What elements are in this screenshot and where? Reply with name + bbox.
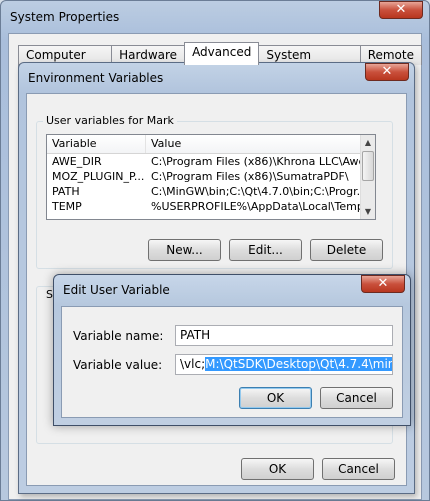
value-unselected-text: \vlc; [180, 357, 206, 371]
value-cell: C:\MinGW\bin;C:\Qt\4.7.0\bin;C:\Progr... [151, 185, 361, 198]
ok-button[interactable]: OK [239, 387, 312, 409]
new-button[interactable]: New... [148, 239, 221, 261]
variable-name-value: PATH [180, 328, 211, 342]
variable-cell: AWE_DIR [52, 155, 102, 168]
edit-user-variable-body: Variable name: PATH Variable value: \vlc… [61, 306, 403, 418]
value-cell: C:\Program Files (x86)\Khrona LLC\Awe... [151, 155, 361, 168]
cancel-button[interactable]: Cancel [322, 458, 395, 480]
column-variable[interactable]: Variable [47, 135, 146, 153]
list-row[interactable]: PATH C:\MinGW\bin;C:\Qt\4.7.0\bin;C:\Pro… [47, 184, 375, 199]
list-row[interactable]: MOZ_PLUGIN_P... C:\Program Files (x86)\S… [47, 169, 375, 184]
scroll-down-icon[interactable]: ▼ [361, 204, 375, 219]
variable-value-label: Variable value: [73, 358, 163, 372]
list-row[interactable]: AWE_DIR C:\Program Files (x86)\Khrona LL… [47, 154, 375, 169]
window-title: Environment Variables [28, 71, 164, 85]
value-cell: %USERPROFILE%\AppData\Local\Temp [151, 200, 361, 213]
close-button[interactable]: ✕ [379, 1, 423, 19]
edit-button[interactable]: Edit... [229, 239, 302, 261]
close-button[interactable]: ✕ [361, 275, 405, 293]
value-cell: C:\Program Files (x86)\SumatraPDF\ [151, 170, 349, 183]
scroll-up-icon[interactable]: ▲ [361, 135, 375, 150]
user-variables-group: User variables for Mark Variable Value A… [36, 114, 393, 269]
tab-advanced[interactable]: Advanced [184, 42, 260, 65]
list-header: Variable Value [47, 135, 375, 154]
user-variables-list[interactable]: Variable Value AWE_DIR C:\Program Files … [46, 134, 376, 220]
cancel-button[interactable]: Cancel [320, 387, 393, 409]
variable-cell: TEMP [52, 200, 82, 213]
ok-button[interactable]: OK [241, 458, 314, 480]
variable-name-label: Variable name: [73, 329, 164, 343]
close-button[interactable]: ✕ [365, 63, 409, 81]
variable-cell: MOZ_PLUGIN_P... [52, 170, 145, 183]
column-value[interactable]: Value [146, 135, 361, 153]
dialog-title: Edit User Variable [63, 283, 170, 297]
scroll-thumb[interactable] [362, 151, 374, 181]
window-title: System Properties [10, 10, 120, 24]
variable-name-input[interactable]: PATH [175, 325, 393, 346]
value-selected-text: M:\QtSDK\Desktop\Qt\4.7.4\mingw\lib [205, 357, 392, 371]
edit-user-variable-dialog: Edit User Variable ✕ Variable name: PATH… [53, 274, 411, 426]
list-row[interactable]: TEMP %USERPROFILE%\AppData\Local\Temp [47, 199, 375, 214]
variable-cell: PATH [52, 185, 80, 198]
variable-value-input[interactable]: \vlc;M:\QtSDK\Desktop\Qt\4.7.4\mingw\lib [175, 354, 393, 375]
vertical-scrollbar[interactable]: ▲ ▼ [360, 135, 375, 219]
user-variables-label: User variables for Mark [43, 114, 177, 128]
delete-button[interactable]: Delete [310, 239, 383, 261]
